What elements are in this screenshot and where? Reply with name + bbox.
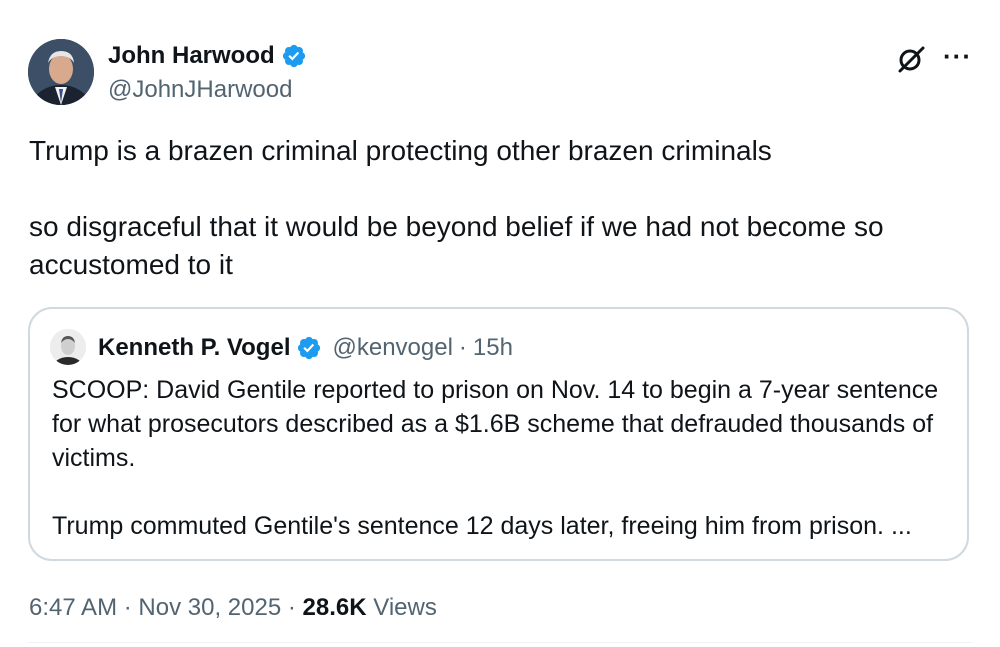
meta-separator: ·: [123, 594, 132, 621]
author-name-row[interactable]: John Harwood: [108, 42, 307, 70]
tweet-time[interactable]: 6:47 AM: [29, 594, 117, 621]
author-name[interactable]: John Harwood: [108, 42, 275, 70]
views-label: Views: [373, 594, 437, 621]
meta-separator: ·: [458, 334, 467, 361]
tweet-footer: 6:47 AM · Nov 30, 2025 · 28.6K Views: [29, 593, 437, 623]
avatar-image: [28, 39, 94, 105]
grok-icon[interactable]: [896, 44, 926, 74]
quoted-author-name[interactable]: Kenneth P. Vogel: [98, 333, 290, 363]
meta-separator: ·: [287, 594, 296, 621]
quoted-author-handle[interactable]: @kenvogel: [332, 333, 452, 363]
views-count[interactable]: 28.6K: [303, 594, 367, 621]
quoted-author-avatar[interactable]: [50, 329, 86, 365]
tweet-text: Trump is a brazen criminal protecting ot…: [29, 135, 884, 280]
tweet-date[interactable]: Nov 30, 2025: [138, 594, 281, 621]
verified-badge-icon: [298, 336, 321, 360]
more-icon[interactable]: ···: [943, 42, 972, 70]
quoted-avatar-image: [50, 329, 86, 365]
quoted-tweet-card[interactable]: Kenneth P. Vogel @kenvogel · 15h SCOOP: …: [28, 307, 969, 561]
quoted-timestamp[interactable]: 15h: [473, 333, 513, 363]
divider: [28, 642, 972, 643]
quoted-tweet-text: SCOOP: David Gentile reported to prison …: [52, 376, 939, 540]
quoted-header: Kenneth P. Vogel @kenvogel · 15h: [98, 333, 513, 363]
verified-badge-icon: [282, 44, 305, 68]
author-avatar[interactable]: [28, 39, 94, 105]
author-handle[interactable]: @JohnJHarwood: [108, 76, 292, 104]
